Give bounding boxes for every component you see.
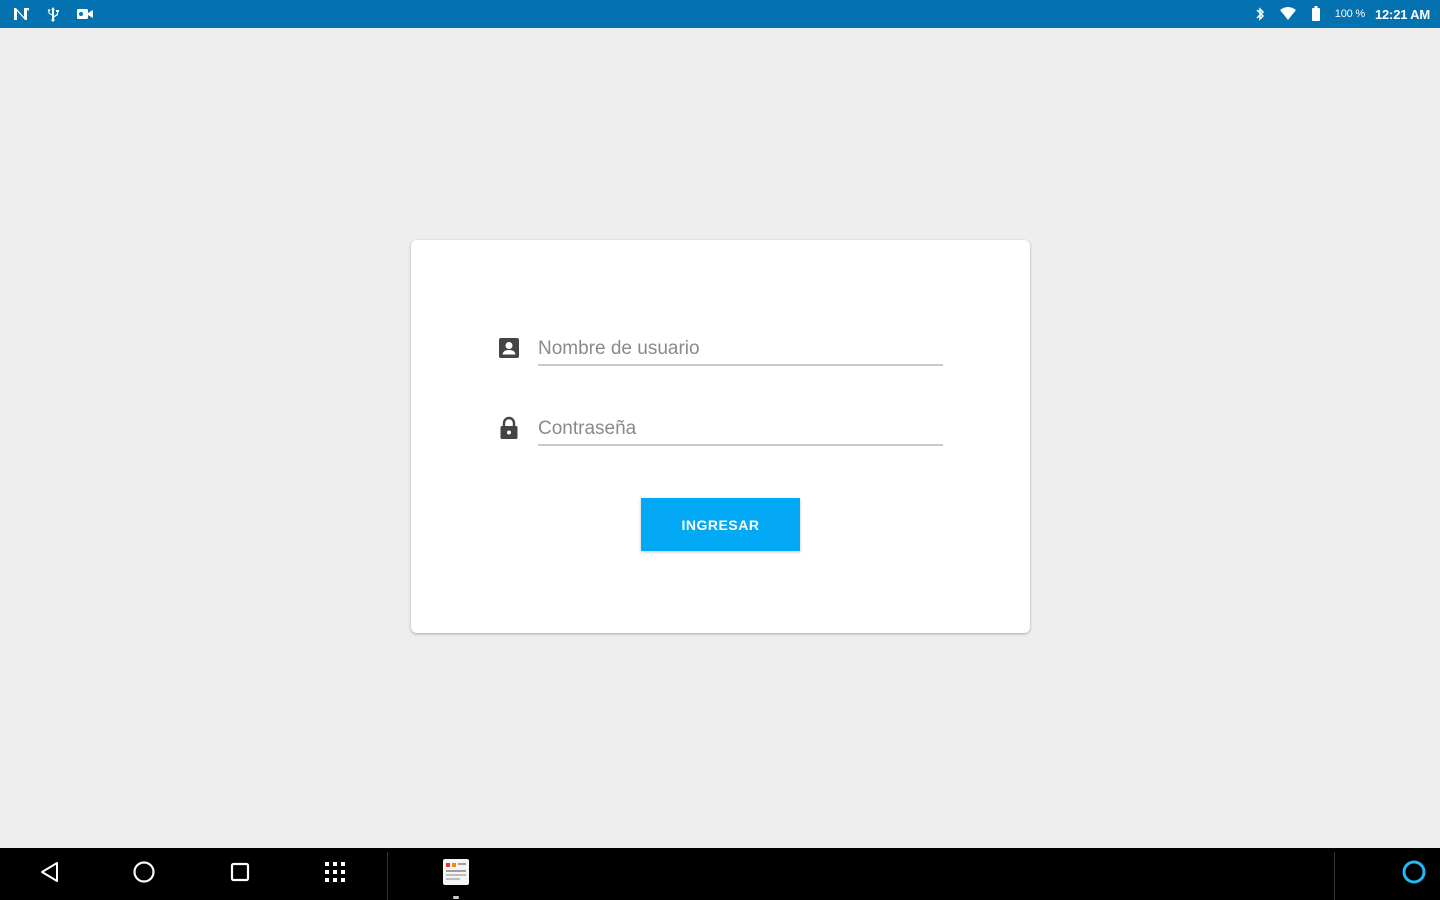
login-card: INGRESAR [411,240,1030,633]
login-button[interactable]: INGRESAR [641,498,800,551]
status-bar: 100 % 12:21 AM [0,0,1440,28]
bluetooth-icon [1251,5,1269,23]
assistant-button[interactable] [1384,848,1440,900]
battery-percentage: 100 % [1334,8,1365,20]
battery-icon [1307,5,1325,23]
nav-divider [387,852,388,900]
running-app-indicator [453,896,459,899]
recents-icon [229,861,251,888]
app-drawer-button[interactable] [305,848,365,900]
usb-icon [44,5,62,23]
wifi-icon [1279,5,1297,23]
status-bar-notifications [12,5,94,23]
n-app-icon [12,5,30,23]
home-button[interactable] [114,848,174,900]
account-box-icon [497,336,521,360]
username-input[interactable] [538,336,943,366]
home-icon [132,860,156,889]
navigation-bar [0,848,1440,900]
recents-button[interactable] [210,848,270,900]
password-row [497,406,943,446]
video-icon [76,5,94,23]
back-button[interactable] [19,848,79,900]
assistant-icon [1401,859,1427,890]
clock: 12:21 AM [1375,6,1430,22]
app-icon [442,858,470,891]
status-bar-system: 100 % 12:21 AM [1251,5,1430,23]
username-row [497,326,943,366]
lock-icon [497,416,521,440]
pinned-app-button[interactable] [426,848,486,900]
back-icon [38,860,60,889]
password-input[interactable] [538,416,943,446]
nav-divider [1334,852,1335,900]
app-drawer-icon [323,860,347,889]
